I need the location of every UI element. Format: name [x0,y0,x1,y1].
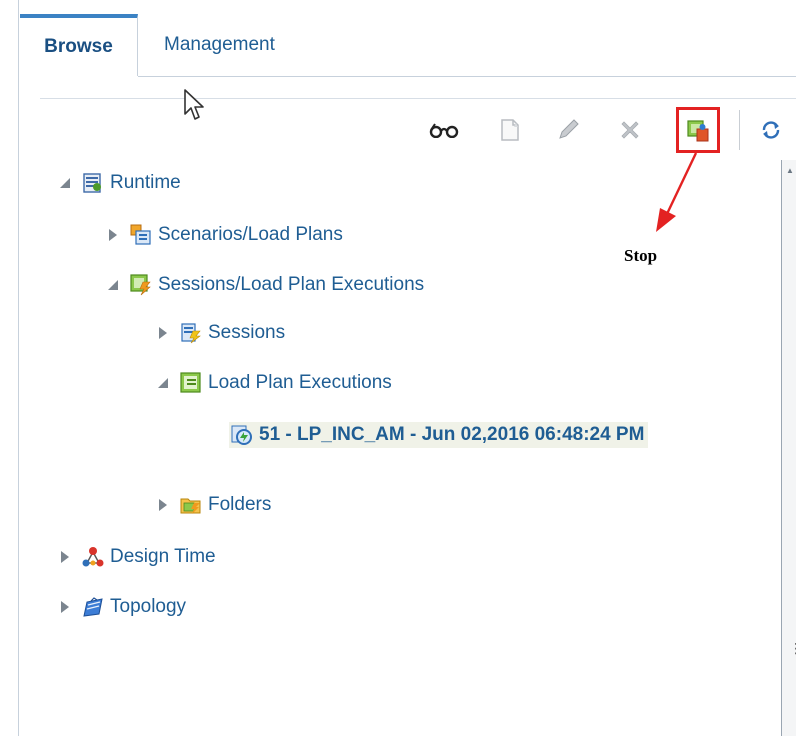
tab-browse[interactable]: Browse [20,14,138,76]
folders-icon [180,494,202,516]
expand-triangle-icon[interactable] [156,498,170,512]
expand-triangle-icon[interactable] [156,326,170,340]
tree-label-runtime: Runtime [110,172,181,193]
mouse-cursor-icon [184,89,204,120]
tab-browse-label: Browse [44,36,113,57]
collapse-triangle-icon[interactable] [58,176,72,190]
tree-label-design-time: Design Time [110,546,216,567]
expand-triangle-icon[interactable] [106,228,120,242]
expand-triangle-icon[interactable] [58,600,72,614]
design-time-icon [82,546,104,568]
tree-label-sessions-lpe: Sessions/Load Plan Executions [158,274,425,295]
refresh-button[interactable] [756,108,786,152]
sessions-lpe-icon [130,274,152,296]
stop-button[interactable] [678,108,718,152]
view-icon [429,123,459,138]
tree-node-sessions[interactable]: Sessions [156,318,285,348]
tree-label-execution: 51 - LP_INC_AM - Jun 02,2016 06:48:24 PM [259,424,645,445]
tree-node-sessions-lpe[interactable]: Sessions/Load Plan Executions [106,270,424,300]
tree-node-execution-51[interactable]: 51 - LP_INC_AM - Jun 02,2016 06:48:24 PM [229,420,649,450]
selected-row[interactable]: 51 - LP_INC_AM - Jun 02,2016 06:48:24 PM [229,422,649,448]
stop-annotation: Stop [624,246,658,265]
collapse-triangle-icon[interactable] [156,376,170,390]
splitter-handle[interactable]: ⋮ [789,640,796,657]
expand-triangle-icon[interactable] [58,550,72,564]
tree-label-folders: Folders [208,494,272,515]
annotation-arrow-icon [656,152,698,232]
delete-button[interactable] [610,108,650,152]
load-plan-executions-icon [180,372,202,394]
tree-node-load-plan-executions[interactable]: Load Plan Executions [156,368,392,398]
edit-icon [559,119,579,139]
runtime-icon [82,172,104,194]
execution-running-icon [231,424,253,446]
stop-icon [687,120,709,142]
refresh-icon [762,121,780,139]
scenarios-icon [130,224,152,246]
tree-label-sessions: Sessions [208,322,286,343]
new-icon [501,119,519,141]
toolbar-separator [739,110,740,150]
topology-icon [82,596,104,618]
tree-label-scenarios: Scenarios/Load Plans [158,224,343,245]
tree-node-scenarios[interactable]: Scenarios/Load Plans [106,220,343,250]
tree-label-load-plan-executions: Load Plan Executions [208,372,392,393]
delete-icon [621,121,639,139]
scroll-up-icon[interactable]: ▲ [786,166,794,175]
edit-button[interactable] [548,108,588,152]
tree-node-design-time[interactable]: Design Time [58,542,216,572]
tree-node-folders[interactable]: Folders [156,490,271,520]
collapse-triangle-icon[interactable] [106,278,120,292]
tab-divider [138,76,796,77]
sessions-icon [180,322,202,344]
tab-management[interactable]: Management [152,14,287,76]
tree-node-runtime[interactable]: Runtime [58,168,181,198]
view-button[interactable] [424,108,464,152]
tab-management-label: Management [164,34,275,55]
tree-label-topology: Topology [110,596,187,617]
tree-node-topology[interactable]: Topology [58,592,186,622]
toolbar-divider [40,98,796,99]
new-button[interactable] [490,108,530,152]
